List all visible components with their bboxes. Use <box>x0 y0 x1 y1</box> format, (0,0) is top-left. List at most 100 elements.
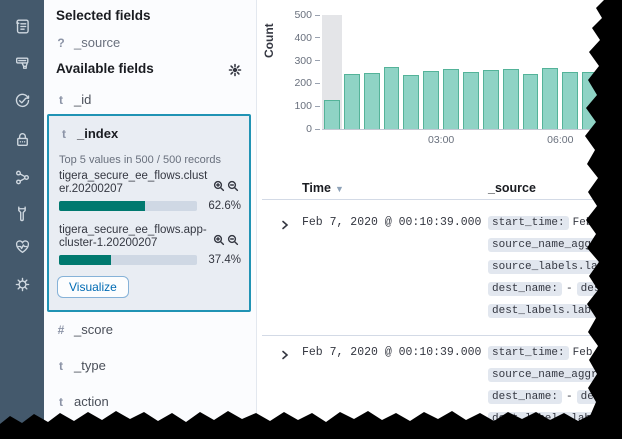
histogram-bar-slot[interactable] <box>342 15 362 129</box>
string-type-icon: t <box>56 395 66 409</box>
value-progress-fill <box>59 201 145 211</box>
histogram-bar[interactable] <box>483 70 499 129</box>
top-values-summary: Top 5 values in 500 / 500 records <box>59 154 221 166</box>
source-summary-line: dest_labels.labels <box>488 300 622 322</box>
histogram-bar-slot[interactable] <box>501 15 521 129</box>
histogram-bar[interactable] <box>344 74 360 129</box>
app-nav-rail <box>0 0 44 439</box>
top-value-item: tigera_secure_ee_flows.app-cluster-1.202… <box>59 224 241 266</box>
field-item-action[interactable]: t action <box>56 394 109 409</box>
y-tick-label: 100 <box>286 100 320 112</box>
source-key-pill: dest, <box>577 390 618 404</box>
selected-fields-header: Selected fields <box>56 8 151 23</box>
index-field-details-card: t _index Top 5 values in 500 / 500 recor… <box>47 114 251 312</box>
field-item-index[interactable]: t _index <box>59 126 118 141</box>
row-source-summary: start_time: Feb 7 source_name_aggr: source_… <box>488 212 622 322</box>
y-tick-label: 0 <box>286 123 320 135</box>
histogram-bar[interactable] <box>562 72 578 129</box>
expand-row-chevron-icon[interactable] <box>280 217 290 227</box>
source-summary-line: dest_labels.label <box>488 408 622 430</box>
source-key-pill: start_time: <box>488 346 569 360</box>
source-key-pill: dest_name: <box>488 390 562 404</box>
source-key-pill: dest_name: <box>488 282 562 296</box>
source-value: - <box>566 283 573 295</box>
heart-pulse-icon[interactable] <box>12 236 32 256</box>
histogram-bar-slot[interactable] <box>461 15 481 129</box>
share-nodes-icon[interactable] <box>12 167 32 187</box>
histogram-bar[interactable] <box>463 72 479 129</box>
y-tick-label: 200 <box>286 77 320 89</box>
kibana-discover-screen: Selected fields ? _source Available fiel… <box>0 0 622 439</box>
source-value: - <box>566 391 573 403</box>
histogram-plot[interactable] <box>322 15 600 130</box>
histogram-bar[interactable] <box>503 69 519 129</box>
histogram-bar[interactable] <box>443 69 459 129</box>
wrench-icon[interactable] <box>12 203 32 223</box>
x-tick-label: 06:00 <box>547 134 573 146</box>
source-value: Feb 7 <box>573 217 606 229</box>
field-item-id[interactable]: t _id <box>56 92 91 107</box>
source-key-pill: source_labels.lab <box>488 260 608 274</box>
string-type-icon: t <box>56 93 66 107</box>
histogram-bar[interactable] <box>324 100 340 129</box>
table-header-divider <box>262 199 622 200</box>
x-tick-label: 03:00 <box>428 134 454 146</box>
field-item-score[interactable]: # _score <box>56 322 113 337</box>
source-key-pill: dest_labels.labels <box>488 304 615 318</box>
scroll-icon[interactable] <box>12 16 32 36</box>
histogram-bar[interactable] <box>364 73 380 129</box>
column-header-time[interactable]: Time▼ <box>302 181 344 195</box>
visualize-button[interactable]: Visualize <box>57 276 129 298</box>
value-percent: 37.4% <box>208 254 241 266</box>
histogram-bar[interactable] <box>523 74 539 129</box>
histogram-bar[interactable] <box>423 71 439 129</box>
top-value-item: tigera_secure_ee_flows.cluster.20200207 … <box>59 170 241 212</box>
field-name: _source <box>74 35 120 50</box>
value-progress-track <box>59 255 197 265</box>
clock-check-icon[interactable] <box>12 90 32 110</box>
fields-panel: Selected fields ? _source Available fiel… <box>44 0 257 439</box>
magnifier-plus-icon[interactable] <box>213 233 225 245</box>
gear-icon[interactable] <box>12 274 32 294</box>
histogram-bar[interactable] <box>582 72 598 129</box>
field-name: _score <box>74 322 113 337</box>
histogram-bar-slot[interactable] <box>540 15 560 129</box>
flow-filter-icon[interactable] <box>12 53 32 73</box>
source-value: Feb 7, <box>573 347 613 359</box>
expand-row-chevron-icon[interactable] <box>280 347 290 357</box>
histogram-bar-slot[interactable] <box>322 15 342 129</box>
y-axis-title: Count <box>262 23 276 58</box>
source-summary-line: source_name_aggr: <box>488 234 622 256</box>
source-key-pill: dest <box>577 282 611 296</box>
histogram-bar-slot[interactable] <box>421 15 441 129</box>
source-summary-line: start_time: Feb 7, <box>488 342 622 364</box>
histogram-bar-slot[interactable] <box>580 15 600 129</box>
field-item-source[interactable]: ? _source <box>56 35 120 50</box>
lock-icon[interactable] <box>12 129 32 149</box>
source-key-pill: start_time: <box>488 216 569 230</box>
source-key-pill: source_name_aggr: <box>488 238 608 252</box>
magnifier-minus-icon[interactable] <box>227 233 239 245</box>
histogram-bar-slot[interactable] <box>521 15 541 129</box>
magnifier-minus-icon[interactable] <box>227 179 239 191</box>
value-percent: 62.6% <box>208 200 241 212</box>
magnifier-plus-icon[interactable] <box>213 179 225 191</box>
available-fields-header: Available fields <box>56 61 154 76</box>
histogram-bar-slot[interactable] <box>441 15 461 129</box>
histogram-bar-slot[interactable] <box>481 15 501 129</box>
histogram-bar-slot[interactable] <box>382 15 402 129</box>
field-name: _type <box>74 358 106 373</box>
histogram-bar[interactable] <box>403 75 419 129</box>
histogram-bar-slot[interactable] <box>362 15 382 129</box>
histogram-bar[interactable] <box>542 68 558 129</box>
field-item-type[interactable]: t _type <box>56 358 106 373</box>
field-settings-gear-icon[interactable] <box>228 63 242 77</box>
histogram-bar-slot[interactable] <box>560 15 580 129</box>
column-header-source: _source <box>488 181 536 195</box>
top-value-label: tigera_secure_ee_flows.app-cluster-1.202… <box>59 224 211 250</box>
source-summary-line: dest_name:-dest <box>488 278 622 300</box>
histogram-bar[interactable] <box>384 67 400 129</box>
unknown-type-icon: ? <box>56 36 66 50</box>
histogram-bar-slot[interactable] <box>401 15 421 129</box>
source-summary-line: dest_name:-dest, <box>488 386 622 408</box>
